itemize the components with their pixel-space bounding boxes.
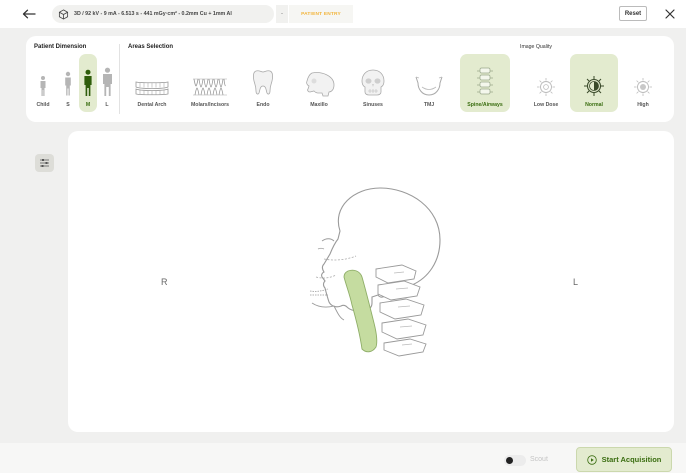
area-endo[interactable]: Endo	[244, 54, 282, 112]
image-quality-title: Image Quality	[520, 44, 553, 50]
scout-toggle-knob	[506, 457, 513, 464]
patient-dimension-label: M	[85, 102, 91, 108]
header-separator: -	[276, 5, 288, 23]
quality-label: Normal	[585, 102, 603, 108]
patient-entry-button[interactable]: PATIENT ENTRY	[289, 5, 353, 23]
molars-incisors-icon	[193, 78, 227, 96]
quality-low-dose[interactable]: Low Dose	[526, 54, 566, 112]
quality-label: High	[637, 102, 649, 108]
patient-dimension-label: L	[105, 102, 109, 108]
area-label: Dental Arch	[137, 102, 167, 108]
patient-dimension-m[interactable]: M	[79, 54, 97, 112]
patient-dimension-label: Child	[36, 102, 50, 108]
close-button[interactable]	[661, 5, 679, 23]
start-acquisition-button[interactable]: Start Acquisition	[576, 447, 672, 472]
arrow-left-icon	[22, 9, 36, 19]
sliders-icon	[40, 159, 49, 167]
area-label: Molars/Incisors	[190, 102, 230, 108]
quality-normal[interactable]: Normal	[570, 54, 618, 112]
reset-button[interactable]: Reset	[619, 6, 647, 21]
low-dose-icon	[537, 78, 555, 96]
scout-toggle[interactable]	[504, 455, 526, 466]
quality-label: Low Dose	[533, 102, 559, 108]
view-settings-button[interactable]	[35, 154, 54, 172]
area-spine-airways[interactable]: Spine/Airways	[460, 54, 510, 112]
cube-3d-icon	[58, 8, 69, 20]
area-tmj[interactable]: TMJ	[408, 54, 450, 112]
exposure-params-text: 3D / 92 kV - 9 mA - 6.513 s - 441 mGy·cm…	[74, 11, 232, 17]
quality-high[interactable]: High	[626, 54, 660, 112]
normal-quality-icon	[584, 76, 604, 96]
area-label: Sinuses	[363, 102, 383, 108]
medium-figure-icon	[84, 69, 92, 96]
area-sinuses[interactable]: Sinuses	[352, 54, 394, 112]
area-dental-arch[interactable]: Dental Arch	[128, 54, 176, 112]
left-side-label: L	[573, 277, 579, 287]
tooth-icon	[253, 70, 273, 95]
dental-arch-icon	[135, 81, 169, 96]
area-molars-incisors[interactable]: Molars/Incisors	[180, 54, 240, 112]
spine-icon	[477, 67, 493, 95]
close-icon	[665, 9, 675, 19]
jaw-icon	[415, 76, 443, 96]
skull-front-icon	[361, 69, 385, 96]
skull-side-icon	[306, 72, 335, 97]
high-quality-icon	[634, 78, 652, 96]
back-button[interactable]	[18, 4, 40, 24]
area-label: Spine/Airways	[467, 102, 503, 108]
patient-dimension-label: S	[66, 102, 70, 108]
area-label: TMJ	[423, 102, 435, 108]
patient-dimension-child[interactable]: Child	[30, 54, 56, 112]
play-circle-icon	[586, 454, 597, 465]
panel-divider	[119, 44, 120, 114]
exposure-params-chip: 3D / 92 kV - 9 mA - 6.513 s - 441 mGy·cm…	[52, 5, 274, 23]
skull-spine-illustration	[309, 187, 441, 357]
patient-dimension-s[interactable]: S	[60, 54, 76, 112]
area-label: Maxillo	[310, 102, 328, 108]
child-figure-icon	[40, 76, 46, 96]
large-figure-icon	[102, 67, 112, 96]
area-label: Endo	[256, 102, 270, 108]
top-bar: 3D / 92 kV - 9 mA - 6.513 s - 441 mGy·cm…	[0, 0, 686, 28]
small-figure-icon	[65, 71, 71, 96]
area-maxillo[interactable]: Maxillo	[296, 54, 342, 112]
right-side-label: R	[161, 277, 168, 287]
scout-label: Scout	[530, 456, 548, 463]
start-acquisition-label: Start Acquisition	[601, 455, 662, 464]
preview-canvas[interactable]: R L	[68, 131, 674, 432]
patient-dimension-l[interactable]: L	[99, 54, 115, 112]
acquisition-settings-panel: Patient Dimension Areas Selection Image …	[26, 36, 674, 122]
areas-selection-title: Areas Selection	[128, 44, 174, 50]
patient-dimension-title: Patient Dimension	[34, 44, 87, 50]
